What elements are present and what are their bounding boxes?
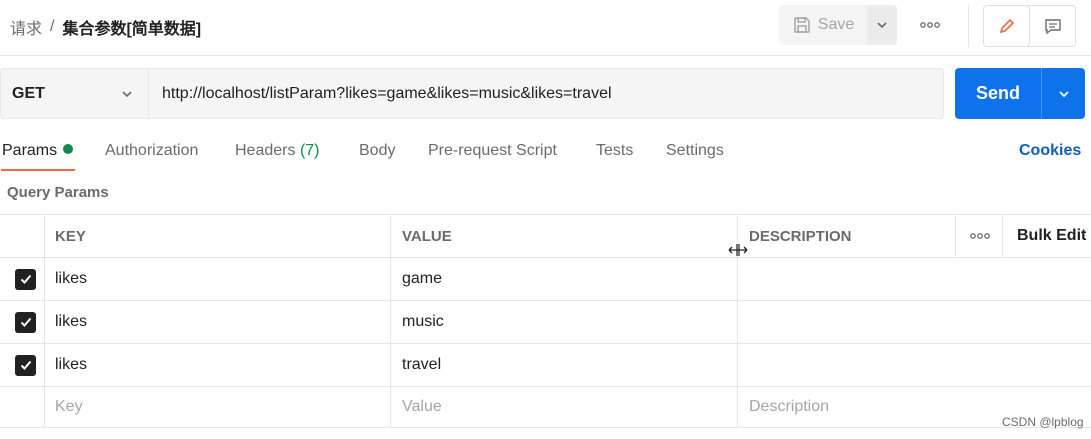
- checkbox-checked: [15, 354, 36, 376]
- param-value-cell[interactable]: game: [391, 258, 442, 300]
- table-row: likes travel: [0, 343, 1091, 386]
- active-tab-indicator: [1, 169, 75, 171]
- column-divider: [1002, 215, 1003, 258]
- param-value-cell[interactable]: music: [391, 301, 444, 343]
- watermark: CSDN @lpblog: [1002, 415, 1084, 429]
- tab-tests[interactable]: Tests: [596, 137, 633, 171]
- send-options-button[interactable]: [1041, 68, 1085, 119]
- edit-mode-button[interactable]: [983, 5, 1030, 47]
- url-input[interactable]: http://localhost/listParam?likes=game&li…: [148, 68, 944, 119]
- headers-count: (7): [299, 142, 320, 159]
- url-text: http://localhost/listParam?likes=game&li…: [162, 84, 612, 102]
- more-options-button[interactable]: [912, 14, 948, 36]
- request-tabs: Params Authorization Headers (7) Body Pr…: [0, 137, 1091, 173]
- tab-authorization[interactable]: Authorization: [105, 137, 198, 171]
- tab-params[interactable]: Params: [2, 137, 74, 171]
- method-select[interactable]: GET: [0, 68, 148, 119]
- more-icon: [970, 233, 990, 239]
- comment-icon: [1044, 19, 1061, 35]
- column-options-button[interactable]: [958, 215, 990, 257]
- more-icon: [920, 22, 940, 28]
- method-label: GET: [12, 84, 45, 102]
- save-label: Save: [817, 16, 855, 33]
- comments-button[interactable]: [1030, 6, 1075, 46]
- tab-params-label: Params: [2, 142, 58, 159]
- save-button[interactable]: Save: [779, 5, 867, 45]
- mode-toggle: [983, 5, 1076, 47]
- tab-prerequest-script[interactable]: Pre-request Script: [428, 137, 557, 171]
- breadcrumb-parent[interactable]: 请求: [10, 15, 42, 39]
- cookies-link[interactable]: Cookies: [1019, 137, 1081, 165]
- row-checkbox[interactable]: [4, 344, 36, 386]
- column-resize-cursor-icon: [728, 243, 748, 262]
- request-header: 请求 / 集合参数[简单数据] Save: [0, 0, 1091, 56]
- checkmark-icon: [20, 317, 31, 327]
- params-active-dot: [63, 144, 74, 154]
- param-key-cell[interactable]: likes: [44, 258, 87, 300]
- param-key-cell[interactable]: likes: [44, 301, 87, 343]
- chevron-down-icon: [1058, 90, 1069, 97]
- new-key-input[interactable]: Key: [44, 387, 83, 427]
- column-description-header: DESCRIPTION: [749, 227, 852, 245]
- header-divider: [968, 5, 969, 47]
- checkmark-icon: [20, 360, 31, 370]
- checkmark-icon: [20, 274, 31, 284]
- table-row: likes game: [0, 257, 1091, 300]
- pencil-icon: [999, 18, 1014, 34]
- chevron-down-icon: [122, 90, 132, 97]
- breadcrumb: 请求 / 集合参数[简单数据]: [10, 15, 201, 39]
- save-options-button[interactable]: [867, 5, 897, 45]
- save-group: Save: [779, 5, 897, 45]
- chevron-down-icon: [877, 22, 887, 29]
- column-value-header: VALUE: [402, 227, 452, 245]
- send-button[interactable]: Send: [955, 68, 1041, 119]
- send-group: Send: [955, 68, 1085, 119]
- query-params-title: Query Params: [7, 184, 109, 201]
- tab-headers[interactable]: Headers (7): [235, 137, 320, 171]
- param-value-cell[interactable]: travel: [391, 344, 441, 386]
- bulk-edit-button[interactable]: Bulk Edit: [1006, 215, 1086, 257]
- column-key-header: KEY: [55, 227, 86, 245]
- tab-headers-label: Headers: [235, 142, 296, 159]
- tab-settings[interactable]: Settings: [666, 137, 724, 171]
- breadcrumb-separator: /: [50, 18, 55, 35]
- tab-body[interactable]: Body: [359, 137, 395, 171]
- table-header-row: KEY VALUE DESCRIPTION Bulk Edit: [0, 214, 1091, 258]
- row-checkbox[interactable]: [4, 301, 36, 343]
- param-key-cell[interactable]: likes: [44, 344, 87, 386]
- table-row-new: Key Value Description: [0, 386, 1091, 428]
- table-row: likes music: [0, 300, 1091, 343]
- checkbox-checked: [15, 268, 36, 290]
- new-value-input[interactable]: Value: [391, 387, 442, 427]
- save-icon: [794, 17, 810, 33]
- new-description-input[interactable]: Description: [738, 387, 829, 427]
- column-divider[interactable]: [390, 214, 391, 428]
- column-divider: [44, 214, 45, 428]
- checkbox-checked: [15, 311, 36, 333]
- column-divider: [955, 215, 956, 258]
- row-checkbox[interactable]: [4, 258, 36, 300]
- request-name[interactable]: 集合参数[简单数据]: [62, 15, 201, 39]
